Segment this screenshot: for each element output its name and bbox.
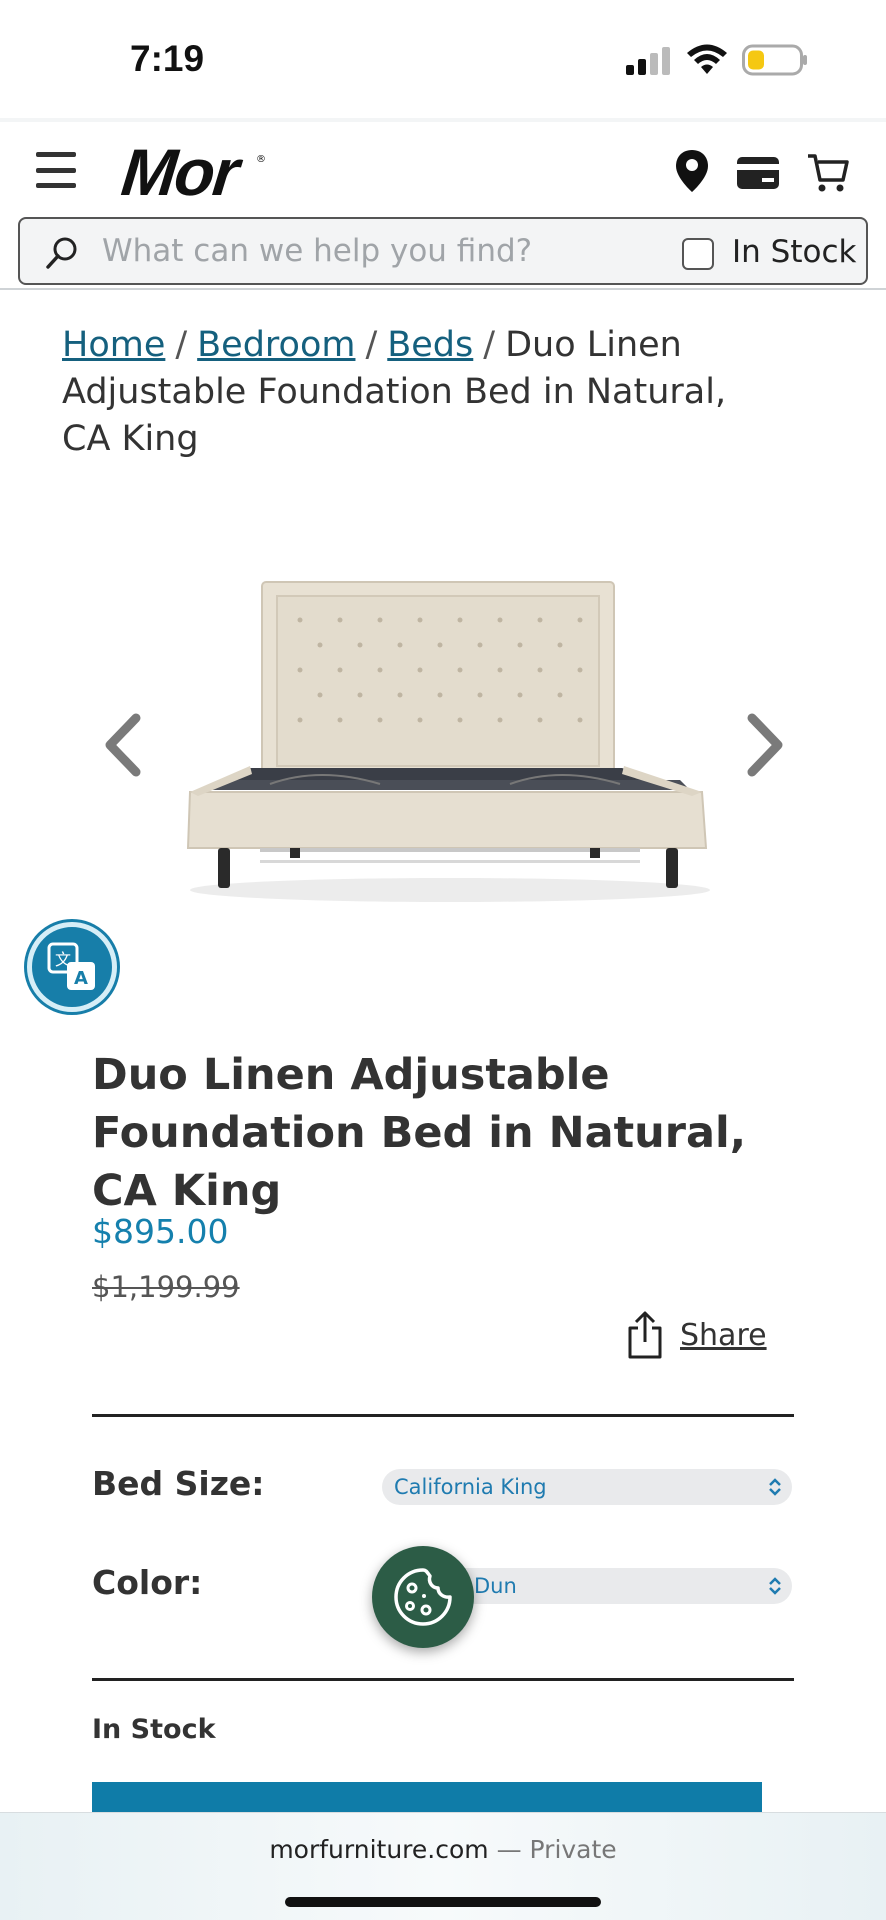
sale-price: $895.00 — [92, 1212, 229, 1251]
carousel-next-chevron-icon[interactable] — [736, 710, 792, 780]
battery-icon — [742, 44, 807, 76]
product-image[interactable] — [180, 570, 720, 910]
shopping-cart-icon[interactable] — [806, 152, 850, 194]
search-bar: In Stock — [18, 217, 868, 285]
breadcrumb-separator: / — [365, 325, 378, 365]
status-bar: 7:19 — [0, 0, 886, 122]
color-label: Color: — [92, 1563, 203, 1602]
status-time: 7:19 — [130, 38, 205, 79]
cookie-preferences-button[interactable] — [372, 1546, 474, 1648]
breadcrumb-bedroom-link[interactable]: Bedroom — [197, 325, 355, 365]
wifi-icon — [687, 44, 727, 74]
breadcrumb-separator: / — [483, 325, 496, 365]
private-mode-label: — Private — [496, 1835, 617, 1864]
share-button[interactable]: Share — [624, 1310, 767, 1360]
cellular-signal-icon — [626, 47, 670, 75]
search-icon[interactable] — [44, 235, 80, 271]
breadcrumb-home-link[interactable]: Home — [62, 325, 165, 365]
credit-card-icon[interactable] — [736, 156, 780, 190]
breadcrumb-beds-link[interactable]: Beds — [387, 325, 473, 365]
search-input[interactable] — [102, 227, 602, 275]
translate-button[interactable]: 文 A — [27, 922, 117, 1012]
share-icon — [628, 1311, 662, 1359]
svg-text:A: A — [74, 968, 88, 989]
bed-size-value: California King — [394, 1475, 547, 1499]
hamburger-menu-icon[interactable] — [36, 152, 76, 188]
location-pin-icon[interactable] — [674, 148, 710, 194]
translate-icon: 文 A — [47, 942, 95, 990]
status-icons — [624, 44, 808, 76]
bed-size-label: Bed Size: — [92, 1464, 265, 1503]
color-value: Dun — [474, 1574, 517, 1598]
share-label: Share — [680, 1317, 767, 1353]
mor-logo[interactable]: Mor — [118, 134, 241, 210]
bed-size-select[interactable]: California King — [382, 1469, 792, 1505]
site-header: Mor ® In Stock — [0, 122, 886, 290]
select-chevron-icon — [769, 1478, 781, 1496]
stock-status: In Stock — [92, 1714, 216, 1745]
cookie-icon — [394, 1568, 452, 1626]
original-price: $1,199.99 — [92, 1270, 240, 1304]
browser-address-bar[interactable]: morfurniture.com — Private — [0, 1812, 886, 1920]
registered-mark: ® — [256, 154, 266, 165]
breadcrumb-separator: / — [175, 325, 188, 365]
in-stock-label[interactable]: In Stock — [732, 234, 856, 270]
home-indicator — [285, 1897, 601, 1907]
select-chevron-icon — [769, 1577, 781, 1595]
in-stock-checkbox[interactable] — [682, 238, 714, 270]
divider — [92, 1414, 794, 1417]
divider — [92, 1678, 794, 1681]
product-title: Duo Linen Adjustable Foundation Bed in N… — [92, 1050, 747, 1216]
carousel-prev-chevron-icon[interactable] — [96, 710, 152, 780]
breadcrumb: Home / Bedroom / Beds / Duo Linen Adjustable F… — [62, 322, 782, 463]
url-display[interactable]: morfurniture.com — Private — [0, 1835, 886, 1864]
url-domain: morfurniture.com — [269, 1835, 489, 1864]
